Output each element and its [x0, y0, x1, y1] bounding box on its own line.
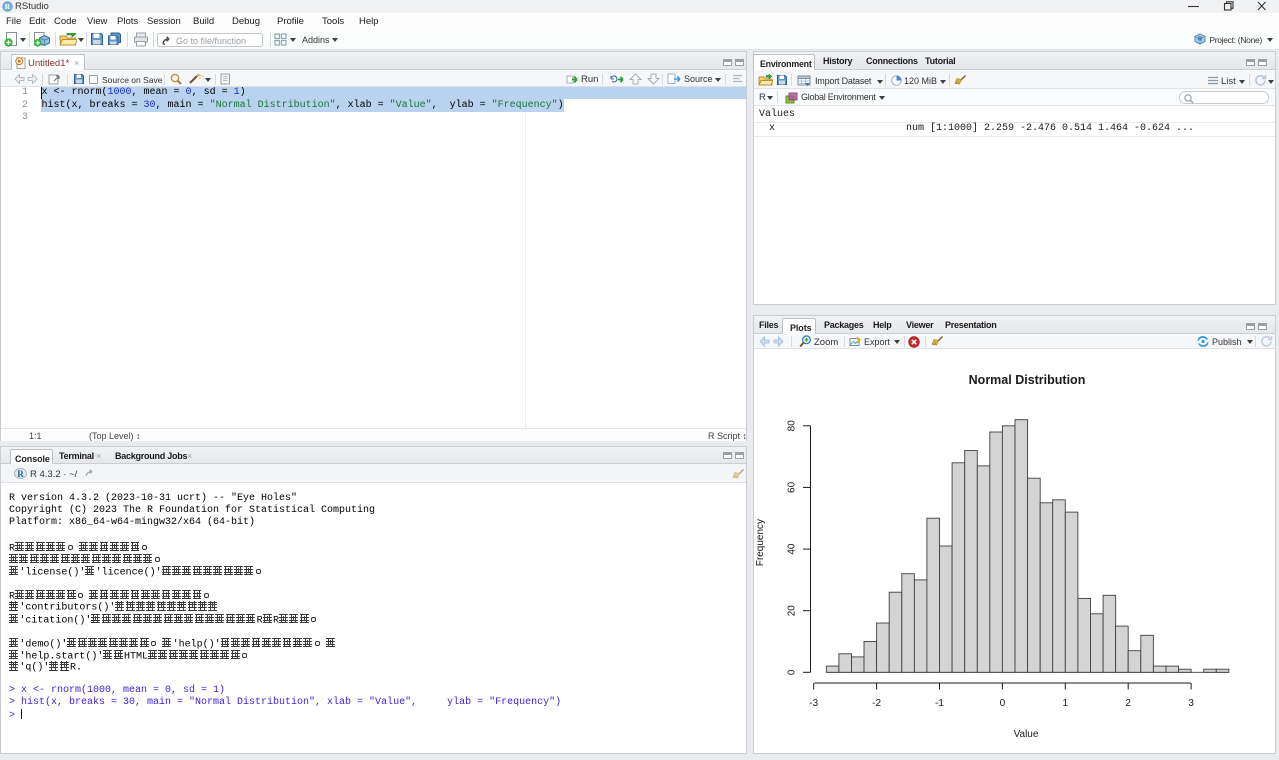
svg-text:40: 40 [787, 543, 798, 555]
svg-text:R: R [17, 469, 24, 479]
svg-text:80: 80 [787, 420, 798, 432]
svg-text:Frequency: Frequency [755, 519, 766, 566]
svg-text:-3: -3 [809, 698, 818, 709]
svg-text:0: 0 [1000, 698, 1006, 709]
svg-text:20: 20 [787, 605, 798, 617]
svg-text:-1: -1 [935, 698, 944, 709]
svg-text:R: R [5, 2, 11, 11]
svg-text:Normal Distribution: Normal Distribution [969, 373, 1086, 387]
svg-text:Value: Value [1014, 729, 1039, 740]
svg-text:R: R [1198, 36, 1202, 42]
svg-text:3: 3 [1188, 698, 1194, 709]
svg-text:-2: -2 [872, 698, 881, 709]
svg-text:2: 2 [1125, 698, 1131, 709]
svg-text:0: 0 [787, 669, 798, 675]
svg-text:60: 60 [787, 481, 798, 493]
svg-text:1: 1 [1063, 698, 1069, 709]
